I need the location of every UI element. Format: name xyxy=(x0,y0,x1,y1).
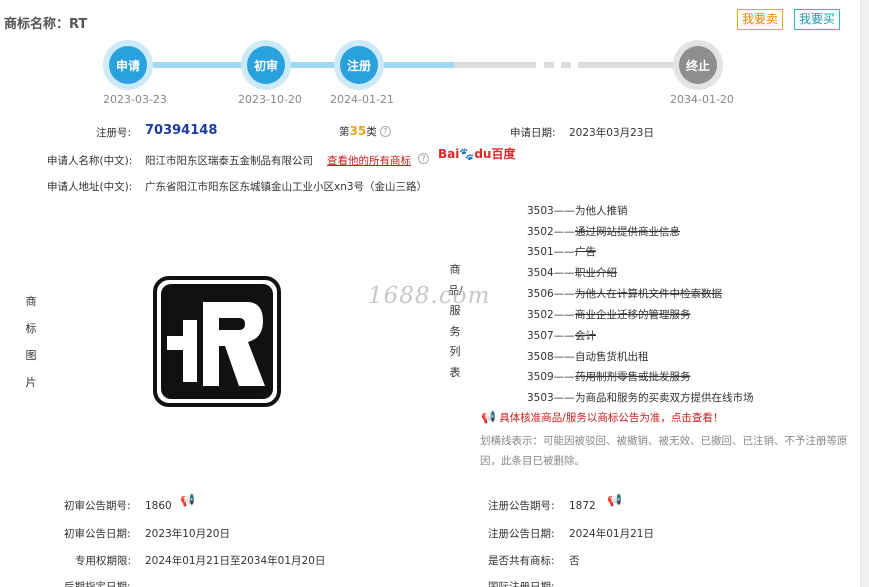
notice-link[interactable]: 📢 具体核准商品/服务以商标公告为准，点击查看！ xyxy=(481,410,723,425)
applicant-label: 申请人名称(中文): xyxy=(47,155,133,167)
trademark-logo-image xyxy=(153,276,281,407)
megaphone-icon[interactable]: 📢 xyxy=(180,493,195,507)
baidu-paw-icon: 🐾 xyxy=(459,147,475,161)
goods-item: 3503——为商品和服务的买卖双方提供在线市场 xyxy=(527,392,754,404)
timeline-step-apply: 申请 xyxy=(103,40,153,90)
reg-no-value: 70394148 xyxy=(145,123,218,138)
timeline-date: 2034-01-20 xyxy=(670,93,734,106)
apply-date-value: 2023年03月23日 xyxy=(569,127,654,139)
goods-item: 3508——自动售货机出租 xyxy=(527,351,649,363)
reg-pub-date-label: 注册公告日期: xyxy=(488,528,555,540)
image-section-label: 商标图片 xyxy=(25,295,37,389)
class-info: 第35类? xyxy=(339,124,391,139)
view-all-trademarks-link[interactable]: 查看他的所有商标 xyxy=(327,153,411,168)
page-title: 商标名称：RT xyxy=(4,17,88,32)
timeline-step-prelim: 初审 xyxy=(241,40,291,90)
goods-item: 3502——通过网站提供商业信息 xyxy=(527,226,680,238)
timeline-step-terminate: 终止 xyxy=(673,40,723,90)
timeline-gap-dash xyxy=(561,62,571,68)
scrollbar[interactable] xyxy=(860,0,869,587)
strike-note: 划横线表示：可能因被驳回、被撤销、被无效、已撤回、已注销、不予注册等原因，此条目… xyxy=(480,435,848,467)
sell-button[interactable]: 我要卖 xyxy=(737,9,784,30)
timeline-date: 2024-01-21 xyxy=(330,93,394,106)
goods-item: 3509——药用制剂零售或批发服务 xyxy=(527,371,691,383)
intl-reg-date-label: 国际注册日期: xyxy=(488,581,555,587)
goods-item: 3506——为他人在计算机文件中检索数据 xyxy=(527,288,722,300)
question-circle-icon[interactable]: ? xyxy=(418,153,429,164)
exclusive-period-label: 专用权期限: xyxy=(75,555,132,567)
goods-item: 3501——广告 xyxy=(527,246,596,258)
timeline-date: 2023-03-23 xyxy=(103,93,167,106)
apply-date-label: 申请日期: xyxy=(510,127,556,139)
reg-pub-no-label: 注册公告期号: xyxy=(488,500,555,512)
shared-trademark-value: 否 xyxy=(569,555,580,567)
shared-trademark-label: 是否共有商标: xyxy=(488,555,555,567)
goods-section-label: 商品/服务列表 xyxy=(448,263,463,379)
timeline-step-register: 注册 xyxy=(334,40,384,90)
goods-item: 3503——为他人推销 xyxy=(527,205,628,217)
megaphone-icon: 📢 xyxy=(481,410,496,424)
address-label: 申请人地址(中文): xyxy=(47,181,133,193)
buy-button[interactable]: 我要买 xyxy=(794,9,841,30)
prelim-date-value: 2023年10月20日 xyxy=(145,528,230,540)
timeline-progress-line xyxy=(128,62,454,68)
prelim-no-value: 1860 xyxy=(145,500,172,512)
goods-item: 3502——商业企业迁移的管理服务 xyxy=(527,309,691,321)
late-designation-label: 后期指定日期: xyxy=(64,581,131,587)
question-circle-icon[interactable]: ? xyxy=(379,126,391,137)
address-value: 广东省阳江市阳东区东城镇金山工业小区xn3号（金山三路） xyxy=(145,181,428,193)
applicant-value: 阳江市阳东区瑞泰五金制品有限公司 xyxy=(145,155,313,167)
megaphone-icon[interactable]: 📢 xyxy=(607,493,622,507)
reg-pub-no-value: 1872 xyxy=(569,500,596,512)
goods-item: 3507——会计 xyxy=(527,330,596,342)
timeline-gap-dash xyxy=(544,62,554,68)
timeline-remaining-line xyxy=(454,62,536,68)
watermark: 1688.com xyxy=(368,283,491,309)
prelim-date-label: 初审公告日期: xyxy=(64,528,131,540)
baidu-search-link[interactable]: Bai🐾du百度 xyxy=(438,145,515,162)
reg-no-label: 注册号: xyxy=(96,127,132,139)
exclusive-period-value: 2024年01月21日至2034年01月20日 xyxy=(145,555,326,567)
goods-item: 3504——职业介绍 xyxy=(527,267,617,279)
reg-pub-date-value: 2024年01月21日 xyxy=(569,528,654,540)
timeline-date: 2023-10-20 xyxy=(238,93,302,106)
prelim-no-label: 初审公告期号: xyxy=(64,500,131,512)
